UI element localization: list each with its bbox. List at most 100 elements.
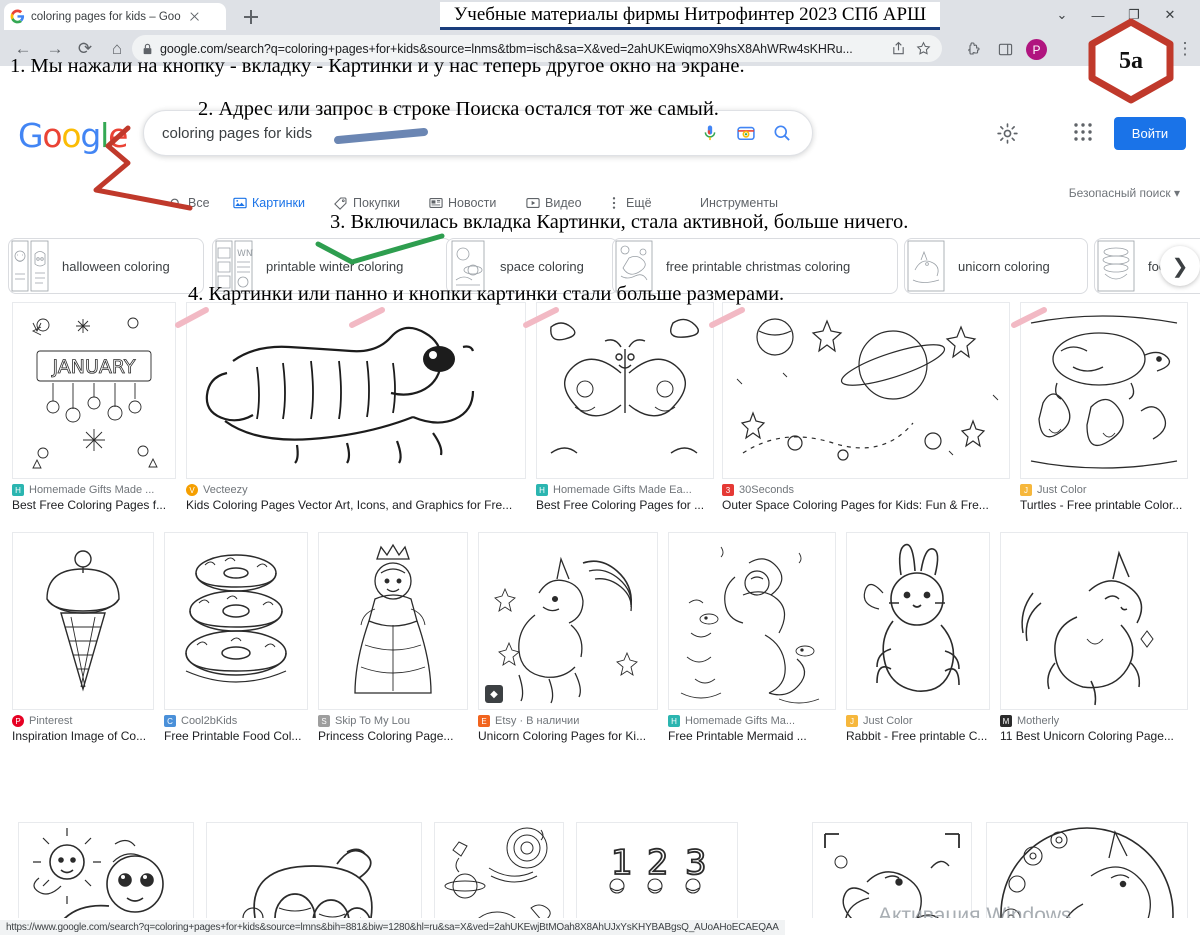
logo-letter: o	[42, 116, 62, 155]
new-tab-button[interactable]	[238, 5, 264, 29]
image-result[interactable]	[206, 822, 422, 918]
tab-label: Ещё	[626, 196, 652, 210]
close-icon[interactable]	[187, 9, 202, 24]
result-thumbnail[interactable]	[536, 302, 714, 479]
result-thumbnail[interactable]	[812, 822, 972, 918]
share-icon[interactable]	[891, 41, 907, 56]
address-bar[interactable]: google.com/search?q=coloring+pages+for+k…	[132, 35, 942, 62]
image-result[interactable]: P Pinterest Inspiration Image of Co...	[12, 532, 154, 743]
image-result[interactable]: V Vecteezy Kids Coloring Pages Vector Ar…	[186, 302, 526, 512]
safe-search-dropdown[interactable]: Безопасный поиск ▾	[1069, 186, 1180, 200]
result-source: V Vecteezy	[186, 484, 526, 496]
chip-printable-winter-coloring[interactable]: WNT printable winter coloring	[212, 238, 452, 294]
result-thumbnail[interactable]	[1000, 532, 1188, 710]
source-favicon: V	[186, 484, 198, 496]
result-thumbnail[interactable]	[846, 532, 990, 710]
chip-unicorn-coloring[interactable]: unicorn coloring	[904, 238, 1088, 294]
image-result[interactable]: M Motherly 11 Best Unicorn Coloring Page…	[1000, 532, 1188, 743]
avatar[interactable]: P	[1026, 39, 1047, 60]
result-thumbnail[interactable]: 1 2 3 4 5 6	[576, 822, 738, 918]
window-close-button[interactable]: ✕	[1152, 0, 1188, 30]
source-name: Homemade Gifts Made Ea...	[553, 484, 692, 496]
forward-icon[interactable]: →	[42, 36, 68, 62]
tools-button[interactable]: Инструменты	[700, 190, 778, 216]
tab-all[interactable]: Все	[168, 190, 210, 216]
tab-shopping[interactable]: Покупки	[333, 190, 400, 216]
mic-icon[interactable]	[698, 121, 722, 145]
image-result[interactable]: J Just Color Rabbit - Free printable C..…	[846, 532, 990, 743]
browser-menu-icon[interactable]: ⋮	[1172, 36, 1198, 62]
result-thumbnail[interactable]	[206, 822, 422, 918]
image-result[interactable]	[986, 822, 1188, 918]
result-thumbnail[interactable]	[164, 532, 308, 710]
tab-more[interactable]: Ещё	[606, 190, 652, 216]
image-result[interactable]	[812, 822, 972, 918]
logo-letter: e	[108, 116, 128, 155]
result-title: Kids Coloring Pages Vector Art, Icons, a…	[186, 498, 513, 512]
home-icon[interactable]: ⌂	[104, 36, 130, 62]
google-logo[interactable]: Google	[18, 116, 128, 155]
result-title: Princess Coloring Page...	[318, 729, 454, 743]
back-icon[interactable]: ←	[10, 36, 36, 62]
search-icon[interactable]	[770, 121, 794, 145]
image-result[interactable]: H Homemade Gifts Ma... Free Printable Me…	[668, 532, 836, 743]
source-favicon: H	[536, 484, 548, 496]
image-result[interactable]: J Just Color Turtles - Free printable Co…	[1020, 302, 1188, 512]
chip-halloween-coloring[interactable]: halloween coloring	[8, 238, 204, 294]
result-thumbnail[interactable]	[318, 532, 468, 710]
image-result[interactable]: 1 2 3 4 5 6	[576, 822, 738, 918]
image-result[interactable]: ◆ E Etsy · В наличии Unicorn Coloring Pa…	[478, 532, 658, 743]
result-thumbnail[interactable]	[722, 302, 1010, 479]
search-box[interactable]: coloring pages for kids	[143, 110, 813, 156]
source-favicon: P	[12, 715, 24, 727]
result-thumbnail[interactable]	[668, 532, 836, 710]
apps-grid-icon[interactable]	[1073, 122, 1097, 146]
browser-tab[interactable]: coloring pages for kids – Google	[4, 3, 226, 30]
result-title: Best Free Coloring Pages for ...	[536, 498, 705, 512]
result-thumbnail[interactable]	[12, 532, 154, 710]
puzzle-icon[interactable]	[960, 36, 986, 62]
image-result[interactable]	[434, 822, 564, 918]
tab-images[interactable]: Картинки	[232, 190, 305, 216]
result-thumbnail[interactable]	[186, 302, 526, 479]
search-input[interactable]: coloring pages for kids	[162, 125, 686, 142]
image-result[interactable]	[18, 822, 194, 918]
minimize-button[interactable]: —	[1080, 0, 1116, 30]
settings-gear-icon[interactable]	[996, 122, 1020, 146]
chip-free-printable-christmas-coloring[interactable]: free printable christmas coloring	[612, 238, 898, 294]
side-panel-icon[interactable]	[992, 36, 1018, 62]
tab-news[interactable]: Новости	[428, 190, 496, 216]
result-thumbnail[interactable]: JANUARY	[12, 302, 176, 479]
chip-thumbnail	[614, 239, 654, 293]
reload-icon[interactable]: ⟳	[72, 36, 98, 62]
google-g-icon	[10, 9, 25, 24]
tab-label: Новости	[448, 196, 497, 210]
chip-space-coloring[interactable]: space coloring	[446, 238, 618, 294]
image-result[interactable]: H Homemade Gifts Made Ea... Best Free Co…	[536, 302, 714, 512]
maximize-button[interactable]: ❐	[1116, 0, 1152, 30]
tab-video[interactable]: Видео	[525, 190, 582, 216]
result-source: H Homemade Gifts Made ...	[12, 484, 176, 496]
result-source: C Cool2bKids	[164, 715, 308, 727]
result-title: Best Free Coloring Pages f...	[12, 498, 167, 512]
source-name: Just Color	[1037, 484, 1087, 496]
chips-next-button[interactable]: ❯	[1160, 246, 1200, 286]
bookmark-star-icon[interactable]	[916, 41, 932, 56]
source-name: Pinterest	[29, 715, 73, 727]
result-source: J Just Color	[1020, 484, 1188, 496]
image-result[interactable]: C Cool2bKids Free Printable Food Col...	[164, 532, 308, 743]
result-thumbnail[interactable]: ◆	[478, 532, 658, 710]
chevron-down-icon[interactable]: ⌄	[1044, 0, 1080, 30]
image-result[interactable]: JANUARY H Homemade Gifts Made ... Best F…	[12, 302, 176, 512]
sign-in-button[interactable]: Войти	[1114, 117, 1186, 150]
camera-icon[interactable]	[734, 121, 758, 145]
result-thumbnail[interactable]	[434, 822, 564, 918]
image-result[interactable]: S Skip To My Lou Princess Coloring Page.…	[318, 532, 468, 743]
chip-thumbnail	[448, 239, 488, 293]
result-thumbnail[interactable]	[1020, 302, 1188, 479]
result-thumbnail[interactable]	[986, 822, 1188, 918]
image-result[interactable]: 3 30Seconds Outer Space Coloring Pages f…	[722, 302, 1010, 512]
result-thumbnail[interactable]	[18, 822, 194, 918]
tab-label: Покупки	[353, 196, 401, 210]
source-name: Homemade Gifts Ma...	[685, 715, 796, 727]
